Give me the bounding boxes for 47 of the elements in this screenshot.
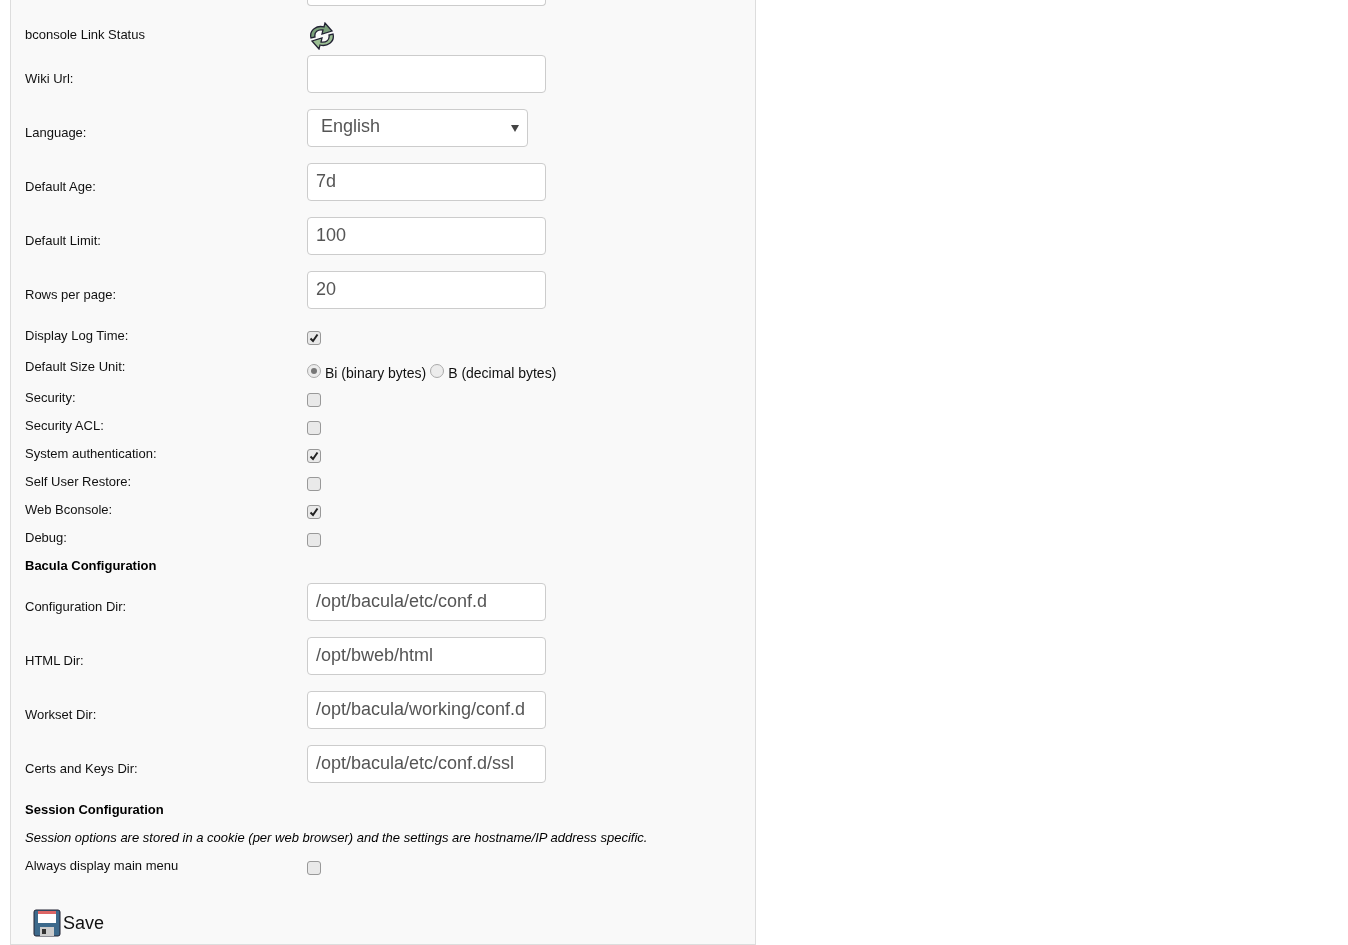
note-text: Session options are stored in a cookie (per web browser) and the settings are hostname/IP address specific.: [25, 829, 648, 846]
field-label: Default Size Unit:: [25, 358, 127, 375]
field-label: Certs and Keys Dir:: [25, 760, 139, 777]
checkbox[interactable]: [307, 393, 321, 407]
field-label: Default Limit:: [25, 232, 102, 249]
field-label: Self User Restore:: [25, 473, 133, 490]
field-label: Display Log Time:: [25, 327, 130, 344]
radio-button[interactable]: [307, 363, 321, 378]
text-field[interactable]: /opt/bacula/etc/conf.d/ssl: [307, 745, 546, 783]
field-label: Wiki Url:: [25, 70, 75, 87]
field-label: System authentication:: [25, 445, 158, 462]
checkbox[interactable]: [307, 421, 321, 435]
refresh-icon[interactable]: [307, 22, 337, 50]
field-label: Debug:: [25, 529, 68, 546]
radio-label: Bi (binary bytes): [325, 364, 427, 382]
checkbox[interactable]: [307, 449, 321, 463]
checkbox[interactable]: [307, 477, 321, 491]
text-field[interactable]: [307, 55, 546, 93]
field-label: bconsole Link Status: [25, 26, 146, 43]
text-field[interactable]: /opt/bacula/working/conf.d: [307, 691, 546, 729]
language-dropdown[interactable]: English: [307, 109, 528, 147]
field-label: Configuration Dir:: [25, 598, 128, 615]
field-label: Web Bconsole:: [25, 501, 114, 518]
section-heading: Session Configuration: [25, 801, 164, 818]
text-field[interactable]: 20: [307, 271, 546, 309]
checkbox[interactable]: [307, 331, 321, 345]
text-field[interactable]: 7d: [307, 163, 546, 201]
save-button[interactable]: Save: [33, 909, 105, 937]
section-heading: Bacula Configuration: [25, 557, 157, 574]
text-field[interactable]: /opt/bweb/html: [307, 637, 546, 675]
field-label: Always display main menu: [25, 857, 180, 874]
checkbox[interactable]: [307, 505, 321, 519]
field-label: HTML Dir:: [25, 652, 85, 669]
radio-button[interactable]: [430, 363, 445, 378]
field-label: Security ACL:: [25, 417, 105, 434]
text-field[interactable]: /opt/bacula/etc/conf.d: [307, 583, 546, 621]
field-label: Security:: [25, 389, 77, 406]
checkbox[interactable]: [307, 861, 321, 875]
field-label: Rows per page:: [25, 286, 118, 303]
field-label: Workset Dir:: [25, 706, 98, 723]
field-label: Language:: [25, 124, 88, 141]
field-label: Default Age:: [25, 178, 97, 195]
checkbox[interactable]: [307, 533, 321, 547]
input-field[interactable]: [307, 0, 546, 6]
radio-label: B (decimal bytes): [448, 364, 557, 382]
caret-icon: [511, 124, 519, 132]
text-field[interactable]: 100: [307, 217, 546, 255]
